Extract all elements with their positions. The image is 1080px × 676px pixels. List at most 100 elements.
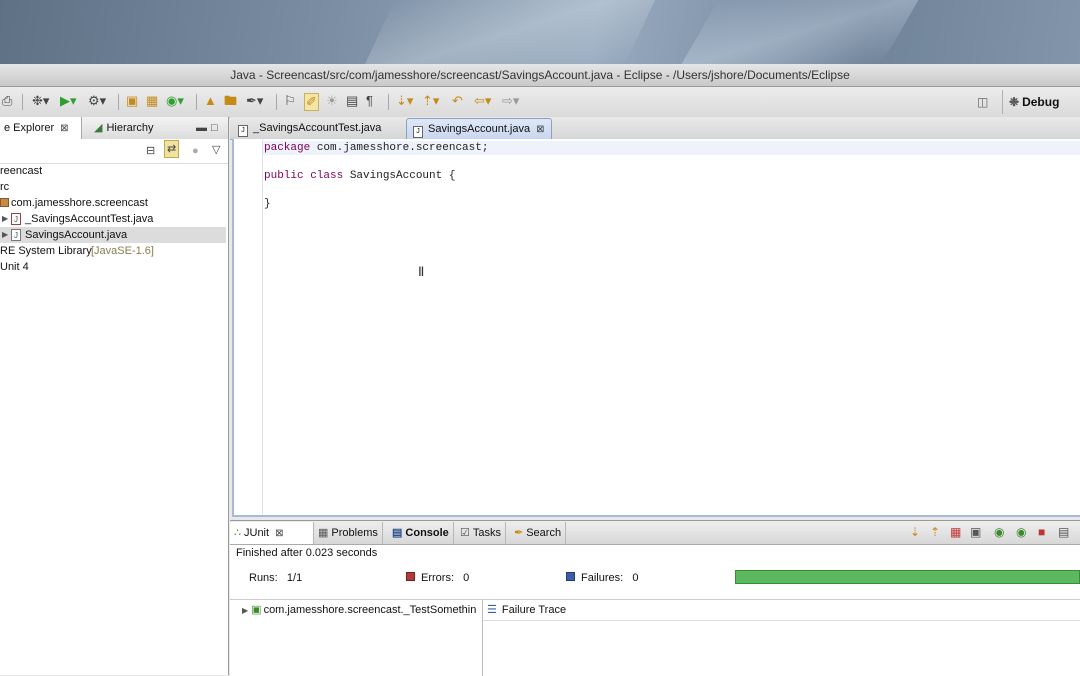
tree-item-test-file[interactable]: ▶ J _SavingsAccountTest.java: [0, 211, 226, 227]
stack-trace-icon: ☰: [487, 604, 497, 616]
tab-label: SavingsAccount.java: [428, 123, 531, 135]
test-result-label: com.jamesshore.screencast._TestSomethin: [263, 604, 477, 616]
failure-trace-title: ☰ Failure Trace: [487, 602, 566, 618]
failures-value: 0: [632, 572, 639, 584]
tab-label: Problems: [331, 527, 378, 539]
show-failures-only-icon[interactable]: ▦: [950, 525, 961, 539]
back-icon[interactable]: ⇦▾: [474, 93, 491, 109]
text-cursor-icon: Ⅱ: [418, 265, 425, 280]
tree-item-label: Unit 4: [0, 261, 29, 273]
desktop-background: [0, 0, 1080, 64]
open-folder-icon[interactable]: 🖿: [224, 93, 237, 109]
perspective-label: Debug: [1022, 95, 1060, 109]
tab-label: JUnit: [244, 527, 270, 539]
junit-icon: ∴: [234, 527, 241, 539]
rerun-failed-first-icon[interactable]: ◉: [1016, 525, 1026, 539]
next-failure-icon[interactable]: ⇣: [910, 525, 920, 539]
code-line[interactable]: package com.jamesshore.screencast;: [263, 141, 1080, 155]
tab-search[interactable]: ✒ Search: [510, 522, 567, 544]
paragraph-icon[interactable]: ¶: [366, 93, 373, 109]
previous-failure-icon[interactable]: ⇡: [930, 525, 940, 539]
run-icon[interactable]: ▶▾: [60, 93, 77, 109]
window-title-bar[interactable]: Java - Screencast/src/com/jamesshore/scr…: [0, 64, 1080, 87]
focus-icon[interactable]: ●: [192, 140, 199, 162]
desktop-streak: [365, 0, 655, 64]
expand-arrow-icon[interactable]: ▶: [242, 606, 248, 615]
code-line[interactable]: public class SavingsAccount {: [264, 169, 455, 183]
close-icon[interactable]: ⊠: [60, 123, 68, 134]
toolbar-separator: [388, 94, 389, 110]
previous-annotation-icon[interactable]: ⇡▾: [422, 93, 439, 109]
external-tools-icon[interactable]: ⚙▾: [88, 93, 106, 109]
expand-arrow-icon[interactable]: ▶: [2, 227, 8, 243]
open-perspective-icon[interactable]: ◫: [977, 90, 988, 114]
tree-item-junit-library[interactable]: Unit 4: [0, 259, 226, 275]
failures-count: Failures: 0: [566, 572, 638, 584]
junit-view: ∴ JUnit ⊠ ▦ Problems ▤ Console ☑ Tasks ✒ Searc…: [230, 520, 1080, 676]
errors-label: Errors:: [421, 572, 454, 584]
java-file-icon: J: [238, 125, 248, 137]
maximize-icon[interactable]: □: [211, 117, 218, 139]
bug-icon: ❉: [1009, 95, 1020, 109]
open-type-icon[interactable]: ▲: [204, 93, 217, 109]
rerun-test-icon[interactable]: ◉: [994, 525, 1004, 539]
expand-arrow-icon[interactable]: ▶: [2, 211, 8, 227]
test-result-item[interactable]: ▶ ▣ com.jamesshore.screencast._TestSomethi…: [242, 602, 480, 619]
forward-icon[interactable]: ⇨▾: [502, 93, 519, 109]
tab-tasks[interactable]: ☑ Tasks: [456, 522, 506, 544]
close-icon[interactable]: ⊠: [536, 124, 544, 135]
search-icon[interactable]: ✒▾: [246, 93, 263, 109]
tasks-icon: ☑: [460, 527, 470, 539]
tree-item-project[interactable]: reencast: [0, 163, 226, 179]
runs-label: Runs:: [249, 572, 278, 584]
error-marker-icon: [406, 572, 415, 581]
tab-junit[interactable]: ∴ JUnit ⊠: [230, 522, 314, 544]
code-line[interactable]: }: [264, 197, 271, 211]
link-with-editor-icon[interactable]: ⇄: [164, 140, 180, 158]
toolbar-separator: [276, 94, 277, 110]
tree-item-label: _SavingsAccountTest.java: [25, 213, 154, 225]
new-class-icon[interactable]: ◉▾: [166, 93, 184, 109]
tab-savings-account[interactable]: J SavingsAccount.java ⊠: [406, 118, 552, 139]
tab-package-explorer[interactable]: e Explorer ⊠: [0, 117, 82, 139]
tree-item-package[interactable]: com.jamesshore.screencast: [0, 195, 226, 211]
debug-icon[interactable]: ❉▾: [32, 93, 49, 109]
toggle-mark-occurrences-icon[interactable]: ⚐: [284, 93, 296, 109]
close-icon[interactable]: ⊠: [275, 528, 283, 539]
tab-hierarchy[interactable]: ◢ Hierarchy: [90, 117, 158, 139]
test-run-history-icon[interactable]: ▤: [1058, 525, 1069, 539]
print-icon[interactable]: ⎙: [2, 93, 12, 109]
stop-icon[interactable]: ■: [1038, 525, 1045, 539]
toolbar-separator: [196, 94, 197, 110]
next-annotation-icon[interactable]: ⇣▾: [396, 93, 413, 109]
code-keyword: public class: [264, 170, 344, 182]
toggle-breadcrumb-icon[interactable]: ☀: [326, 93, 338, 109]
minimize-icon[interactable]: ▬: [196, 117, 207, 139]
test-progress-bar: [735, 570, 1080, 584]
tree-item-savings-file[interactable]: ▶ J SavingsAccount.java: [0, 227, 226, 243]
package-explorer-tabs: e Explorer ⊠ ◢ Hierarchy ▬ □: [0, 117, 228, 140]
perspective-switcher[interactable]: ◫ ❉ Debug: [977, 90, 1080, 114]
new-package-icon[interactable]: ▦: [146, 93, 158, 109]
tree-item-jre-library[interactable]: RE System Library [JavaSE-1.6]: [0, 243, 226, 259]
highlight-icon[interactable]: ✐: [304, 93, 319, 111]
collapse-all-icon[interactable]: ⊟: [146, 140, 155, 162]
tree-item-label: rc: [0, 181, 10, 193]
tab-console[interactable]: ▤ Console: [388, 522, 454, 544]
test-suite-icon: ▣: [251, 604, 262, 616]
show-whitespace-icon[interactable]: ▤: [346, 93, 358, 109]
errors-value: 0: [463, 572, 470, 584]
scroll-lock-icon[interactable]: ▣: [970, 525, 981, 539]
search-icon: ✒: [514, 527, 524, 539]
window-title: Java - Screencast/src/com/jamesshore/scr…: [230, 68, 850, 82]
failure-trace-header: ☰ Failure Trace: [483, 600, 1080, 621]
view-menu-icon[interactable]: ▽: [212, 139, 220, 161]
tab-problems[interactable]: ▦ Problems: [314, 522, 383, 544]
tab-savings-account-test[interactable]: J _SavingsAccountTest.java: [232, 118, 387, 139]
java-file-icon: J: [11, 213, 21, 225]
tree-item-src[interactable]: rc: [0, 179, 226, 195]
last-edit-location-icon[interactable]: ↶: [452, 93, 463, 109]
bottom-view-tabs: ∴ JUnit ⊠ ▦ Problems ▤ Console ☑ Tasks ✒ Searc…: [230, 521, 1080, 545]
new-java-project-icon[interactable]: ▣: [126, 93, 138, 109]
code-editor[interactable]: package com.jamesshore.screencast; publi…: [232, 139, 1080, 517]
